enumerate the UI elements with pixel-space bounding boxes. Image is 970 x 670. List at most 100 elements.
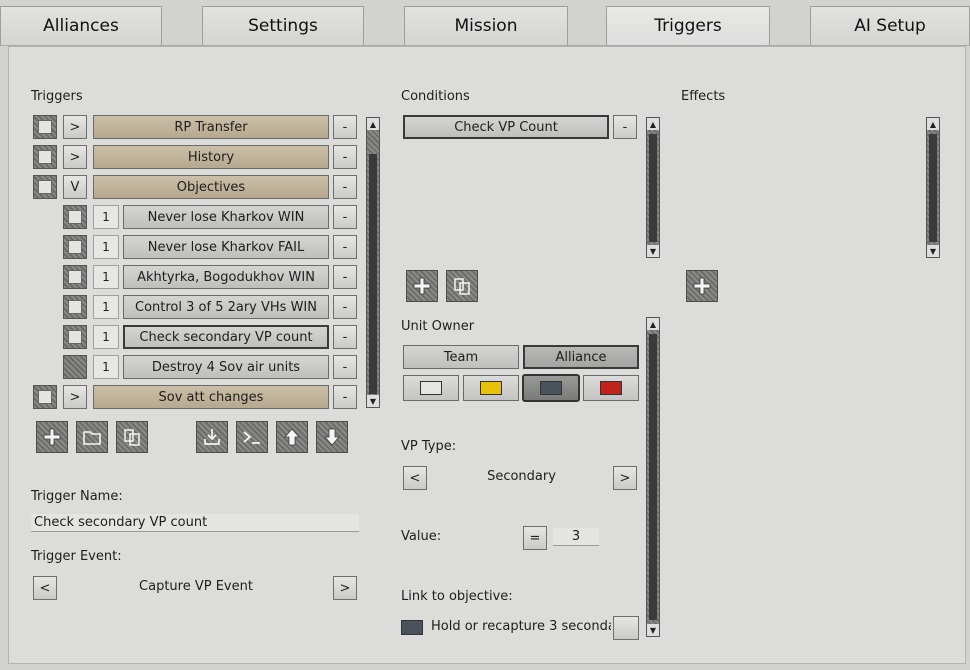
- arrow-down-icon: [324, 428, 340, 446]
- plus-icon: [693, 277, 711, 295]
- trigger-checkbox[interactable]: [63, 235, 87, 259]
- vp-type-next-button[interactable]: >: [613, 466, 637, 490]
- color-swatch: [480, 381, 502, 395]
- scroll-down-arrow-icon[interactable]: ▼: [647, 245, 659, 257]
- conditions-detail-scrollbar[interactable]: ▲ ▼: [646, 317, 660, 637]
- remove-trigger-button[interactable]: -: [333, 235, 357, 259]
- trigger-index: 1: [93, 295, 119, 319]
- script-button[interactable]: [236, 421, 268, 453]
- trigger-checkbox[interactable]: [33, 115, 57, 139]
- copy-trigger-button[interactable]: [116, 421, 148, 453]
- scroll-thumb[interactable]: [369, 154, 377, 394]
- linked-objective-value: Hold or recapture 3 secondary VHs: [431, 619, 611, 634]
- trigger-list-scrollbar[interactable]: ▲ ▼: [366, 117, 380, 408]
- value-input[interactable]: 3: [553, 528, 599, 546]
- expand-toggle-button[interactable]: >: [63, 385, 87, 409]
- trigger-group[interactable]: RP Transfer: [93, 115, 329, 139]
- owner-team-button[interactable]: Team: [403, 345, 519, 369]
- trigger-name-input[interactable]: Check secondary VP count: [31, 514, 359, 532]
- owner-color-red[interactable]: [583, 375, 639, 401]
- add-condition-button[interactable]: [406, 270, 438, 302]
- trigger-checkbox[interactable]: [33, 175, 57, 199]
- trigger-group[interactable]: History: [93, 145, 329, 169]
- operator-button[interactable]: =: [523, 526, 547, 550]
- move-up-button[interactable]: [276, 421, 308, 453]
- scroll-up-arrow-icon[interactable]: ▲: [647, 118, 659, 130]
- trigger-checkbox[interactable]: [63, 295, 87, 319]
- expand-toggle-button[interactable]: V: [63, 175, 87, 199]
- condition-item[interactable]: Check VP Count: [403, 115, 609, 139]
- conditions-scrollbar[interactable]: ▲ ▼: [646, 117, 660, 258]
- vp-type-value: Secondary: [487, 469, 556, 484]
- scroll-thumb[interactable]: [929, 134, 937, 242]
- add-trigger-button[interactable]: [36, 421, 68, 453]
- tab-mission[interactable]: Mission: [404, 6, 568, 45]
- owner-color-white[interactable]: [403, 375, 459, 401]
- scroll-up-arrow-icon[interactable]: ▲: [647, 318, 659, 330]
- trigger-event-prev-button[interactable]: <: [33, 576, 57, 600]
- vp-type-prev-button[interactable]: <: [403, 466, 427, 490]
- objective-color-swatch: [401, 620, 423, 635]
- remove-trigger-button[interactable]: -: [333, 385, 357, 409]
- unit-owner-label: Unit Owner: [401, 319, 475, 334]
- trigger-item[interactable]: Control 3 of 5 2ary VHs WIN: [123, 295, 329, 319]
- effects-scrollbar[interactable]: ▲ ▼: [926, 117, 940, 258]
- trigger-checkbox[interactable]: [33, 385, 57, 409]
- scroll-thumb[interactable]: [649, 334, 657, 620]
- triggers-heading: Triggers: [31, 89, 83, 104]
- move-down-button[interactable]: [316, 421, 348, 453]
- trigger-item[interactable]: Never lose Kharkov FAIL: [123, 235, 329, 259]
- trigger-group[interactable]: Objectives: [93, 175, 329, 199]
- remove-trigger-button[interactable]: -: [333, 295, 357, 319]
- scroll-up-arrow-icon[interactable]: ▲: [367, 118, 379, 130]
- color-swatch: [420, 381, 442, 395]
- trigger-group[interactable]: Sov att changes: [93, 385, 329, 409]
- tab-settings[interactable]: Settings: [202, 6, 364, 45]
- add-effect-button[interactable]: [686, 270, 718, 302]
- value-label: Value:: [401, 529, 442, 544]
- scroll-down-arrow-icon[interactable]: ▼: [927, 245, 939, 257]
- arrow-up-icon: [284, 428, 300, 446]
- trigger-checkbox[interactable]: [33, 145, 57, 169]
- trigger-item[interactable]: Check secondary VP count: [123, 325, 329, 349]
- tab-alliances[interactable]: Alliances: [0, 6, 162, 45]
- add-folder-button[interactable]: [76, 421, 108, 453]
- trigger-event-label: Trigger Event:: [31, 549, 122, 564]
- scroll-up-arrow-icon[interactable]: ▲: [927, 118, 939, 130]
- import-button[interactable]: [196, 421, 228, 453]
- owner-alliance-button[interactable]: Alliance: [523, 345, 639, 369]
- tab-ai-setup[interactable]: AI Setup: [810, 6, 970, 45]
- scroll-thumb[interactable]: [649, 134, 657, 242]
- conditions-heading: Conditions: [401, 89, 470, 104]
- remove-trigger-button[interactable]: -: [333, 325, 357, 349]
- remove-trigger-button[interactable]: -: [333, 145, 357, 169]
- trigger-item[interactable]: Akhtyrka, Bogodukhov WIN: [123, 265, 329, 289]
- scroll-down-arrow-icon[interactable]: ▼: [647, 624, 659, 636]
- trigger-checkbox[interactable]: [63, 265, 87, 289]
- trigger-event-next-button[interactable]: >: [333, 576, 357, 600]
- expand-toggle-button[interactable]: >: [63, 145, 87, 169]
- terminal-icon: [243, 431, 260, 444]
- trigger-index: 1: [93, 325, 119, 349]
- remove-trigger-button[interactable]: -: [333, 355, 357, 379]
- trigger-item[interactable]: Never lose Kharkov WIN: [123, 205, 329, 229]
- download-icon: [204, 429, 220, 445]
- expand-toggle-button[interactable]: >: [63, 115, 87, 139]
- remove-trigger-button[interactable]: -: [333, 265, 357, 289]
- trigger-index: 1: [93, 235, 119, 259]
- remove-trigger-button[interactable]: -: [333, 115, 357, 139]
- trigger-checkbox[interactable]: [63, 325, 87, 349]
- trigger-checkbox[interactable]: [63, 355, 87, 379]
- remove-trigger-button[interactable]: -: [333, 175, 357, 199]
- remove-trigger-button[interactable]: -: [333, 205, 357, 229]
- trigger-event-value: Capture VP Event: [139, 579, 253, 594]
- owner-color-yellow[interactable]: [463, 375, 519, 401]
- owner-color-gray[interactable]: [522, 374, 580, 402]
- remove-condition-button[interactable]: -: [613, 115, 637, 139]
- scroll-down-arrow-icon[interactable]: ▼: [367, 395, 379, 407]
- linked-objective-select-button[interactable]: [613, 616, 639, 640]
- tab-triggers[interactable]: Triggers: [606, 6, 770, 45]
- copy-condition-button[interactable]: [446, 270, 478, 302]
- trigger-checkbox[interactable]: [63, 205, 87, 229]
- trigger-item[interactable]: Destroy 4 Sov air units: [123, 355, 329, 379]
